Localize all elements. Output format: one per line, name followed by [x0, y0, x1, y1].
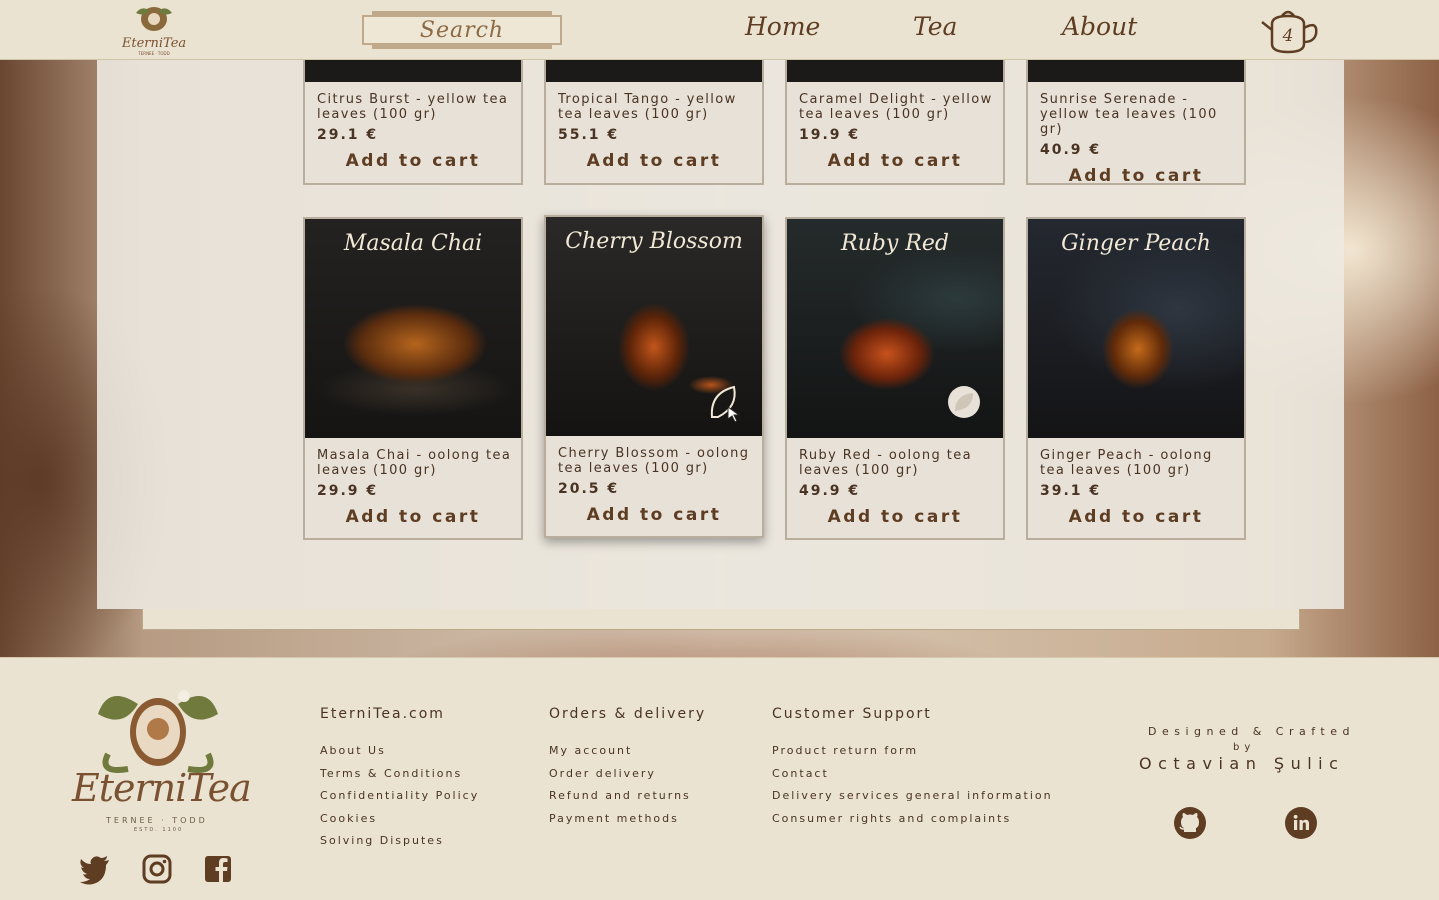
credit-line: Designed & Crafted [1148, 725, 1355, 738]
add-to-cart-button[interactable]: Add to cart [787, 151, 1003, 171]
svg-text:EterniTea: EterniTea [122, 36, 186, 51]
search-label: Search [419, 17, 505, 43]
product-image: Ginger Peach [1028, 219, 1244, 438]
product-image-title: Ruby Red [841, 231, 949, 256]
product-price: 40.9 € [1040, 142, 1102, 158]
product-image-title: Masala Chai [343, 231, 483, 256]
footer-brand-sub: TERNEE · TODD [106, 816, 208, 825]
nav-tea[interactable]: Tea [913, 12, 957, 41]
footer-column-title: Orders & delivery [549, 706, 707, 722]
footer-link-refund[interactable]: Refund and returns [549, 789, 706, 802]
facebook-icon[interactable] [202, 853, 234, 885]
product-price: 55.1 € [558, 127, 620, 143]
twitter-icon[interactable] [79, 853, 111, 885]
nav-about[interactable]: About [1062, 12, 1137, 41]
add-to-cart-button[interactable]: Add to cart [787, 507, 1003, 527]
product-name: Tropical Tango - yellow tea leaves (100 … [558, 92, 737, 122]
product-image [546, 60, 762, 82]
product-price: 39.1 € [1040, 483, 1102, 499]
svg-text:4: 4 [1282, 26, 1294, 46]
product-image-title: Cherry Blossom [565, 229, 743, 254]
product-image [305, 60, 521, 82]
footer-link-cookies[interactable]: Cookies [320, 812, 479, 825]
add-to-cart-button[interactable]: Add to cart [546, 151, 762, 171]
nav-home[interactable]: Home [745, 12, 820, 41]
product-image: Ruby Red [787, 219, 1003, 438]
footer-link-payment[interactable]: Payment methods [549, 812, 706, 825]
footer-link-terms[interactable]: Terms & Conditions [320, 767, 479, 780]
product-image: Cherry Blossom [546, 217, 762, 436]
product-name: Sunrise Serenade - yellow tea leaves (10… [1040, 92, 1218, 137]
footer-link-my-account[interactable]: My account [549, 744, 706, 757]
footer-link-delivery-info[interactable]: Delivery services general information [772, 789, 1053, 802]
product-name: Ruby Red - oolong tea leaves (100 gr) [799, 448, 972, 478]
footer-column-title: EterniTea.com [320, 706, 445, 722]
product-image: Masala Chai [305, 219, 521, 438]
footer-link-return-form[interactable]: Product return form [772, 744, 1053, 757]
product-price: 29.1 € [317, 127, 379, 143]
product-card[interactable]: Cherry Blossom Cherry Blossom - oolong t… [544, 215, 764, 538]
footer: EterniTea TERNEE · TODD ESTD. 1100 Etern… [0, 657, 1439, 900]
github-icon[interactable] [1173, 806, 1207, 840]
footer-link-confidentiality[interactable]: Confidentiality Policy [320, 789, 479, 802]
footer-column-support: Customer Support Product return form Con… [772, 706, 1053, 834]
product-price: 19.9 € [799, 127, 861, 143]
footer-link-disputes[interactable]: Solving Disputes [320, 834, 479, 847]
top-navbar: EterniTea TERNEE · TODD Search Home Tea … [0, 0, 1439, 60]
add-to-cart-button[interactable]: Add to cart [305, 507, 521, 527]
search-button[interactable]: Search [362, 11, 562, 49]
credit-by: by [1233, 742, 1256, 753]
leaf-cursor-icon [710, 385, 741, 423]
product-price: 29.9 € [317, 483, 379, 499]
product-name: Caramel Delight - yellow tea leaves (100… [799, 92, 993, 122]
footer-logo-emblem [98, 690, 218, 773]
footer-column-eternitea: EterniTea.com About Us Terms & Condition… [320, 706, 479, 857]
leaf-icon [948, 386, 980, 418]
product-card[interactable]: Citrus Burst - yellow tea leaves (100 gr… [303, 60, 523, 185]
footer-column-title: Customer Support [772, 706, 932, 722]
product-name: Cherry Blossom - oolong tea leaves (100 … [558, 446, 750, 476]
product-name: Ginger Peach - oolong tea leaves (100 gr… [1040, 448, 1213, 478]
product-card[interactable]: Sunrise Serenade - yellow tea leaves (10… [1026, 60, 1246, 186]
product-card[interactable]: Masala Chai Masala Chai - oolong tea lea… [303, 217, 523, 540]
footer-brand: EterniTea [72, 766, 252, 810]
logo[interactable]: EterniTea TERNEE · TODD [122, 3, 186, 57]
product-image-title: Ginger Peach [1061, 231, 1211, 256]
product-name: Citrus Burst - yellow tea leaves (100 gr… [317, 92, 509, 122]
credit-author: Octavian Şulic [1139, 754, 1345, 773]
cart-button[interactable]: 4 [1258, 8, 1322, 54]
footer-column-orders: Orders & delivery My account Order deliv… [549, 706, 706, 834]
svg-text:TERNEE · TODD: TERNEE · TODD [137, 51, 169, 56]
product-card[interactable]: Ginger Peach Ginger Peach - oolong tea l… [1026, 217, 1246, 540]
product-price: 20.5 € [558, 481, 620, 497]
product-price: 49.9 € [799, 483, 861, 499]
linkedin-icon[interactable] [1284, 806, 1318, 840]
add-to-cart-button[interactable]: Add to cart [1028, 507, 1244, 527]
footer-link-consumer-rights[interactable]: Consumer rights and complaints [772, 812, 1053, 825]
teapot-cart-icon: 4 [1261, 10, 1318, 54]
add-to-cart-button[interactable]: Add to cart [546, 505, 762, 525]
product-image [1028, 60, 1244, 82]
add-to-cart-button[interactable]: Add to cart [305, 151, 521, 171]
instagram-icon[interactable] [141, 853, 173, 885]
footer-link-contact[interactable]: Contact [772, 767, 1053, 780]
product-card[interactable]: Caramel Delight - yellow tea leaves (100… [785, 60, 1005, 185]
panel-base [142, 609, 1300, 630]
add-to-cart-button[interactable]: Add to cart [1028, 166, 1244, 186]
footer-link-order-delivery[interactable]: Order delivery [549, 767, 706, 780]
footer-brand-estd: ESTD. 1100 [134, 827, 184, 833]
product-name: Masala Chai - oolong tea leaves (100 gr) [317, 448, 512, 478]
product-card[interactable]: Tropical Tango - yellow tea leaves (100 … [544, 60, 764, 185]
footer-link-about-us[interactable]: About Us [320, 744, 479, 757]
product-card[interactable]: Ruby Red Ruby Red - oolong tea leaves (1… [785, 217, 1005, 540]
product-image [787, 60, 1003, 82]
